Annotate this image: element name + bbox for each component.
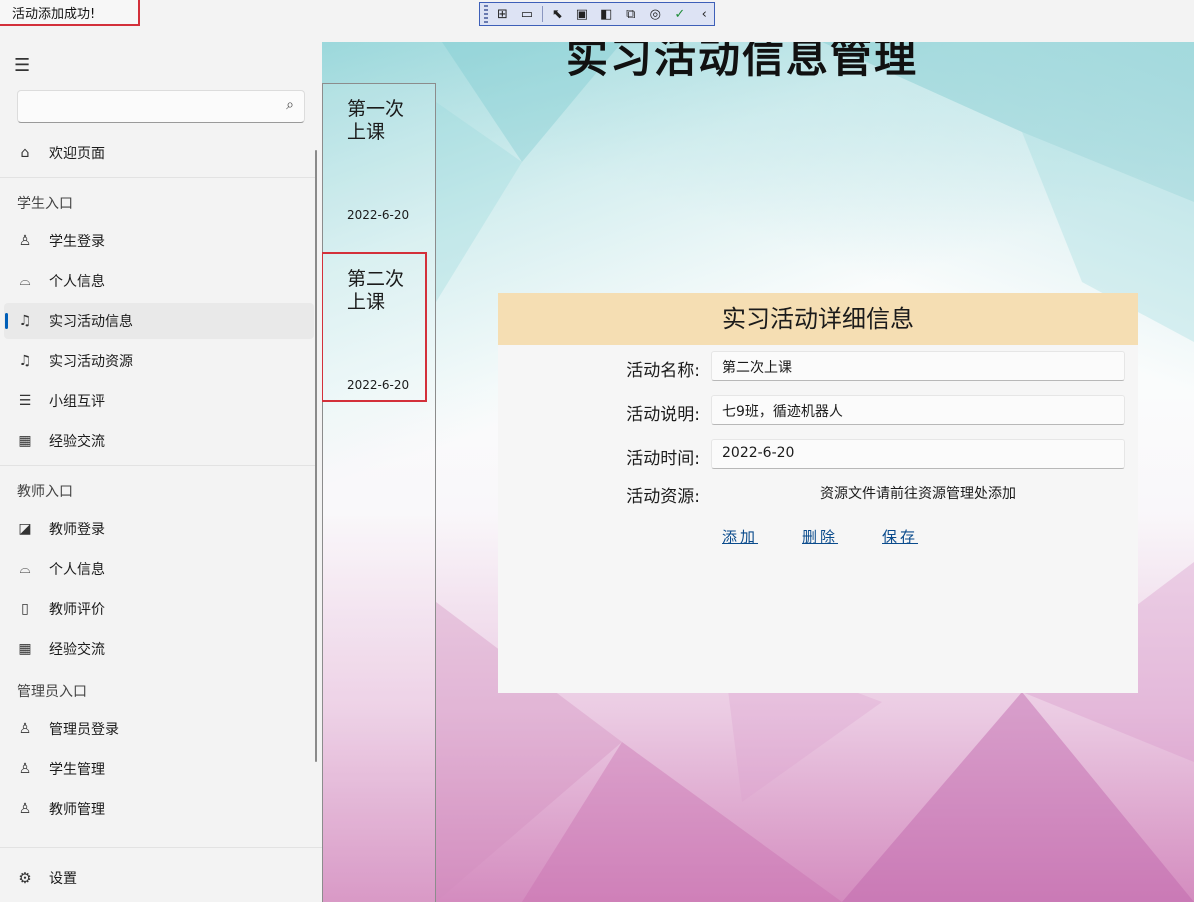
group-icon: ♙ (18, 801, 32, 817)
group-icon: ♙ (18, 761, 32, 777)
check-icon[interactable]: ✓ (670, 4, 689, 24)
nav-item-label: 经验交流 (49, 642, 105, 658)
name-label: 活动名称: (626, 361, 700, 381)
activity-card-selected[interactable]: 第二次上课 2022-6-20 (322, 252, 427, 402)
hot-reload-icon[interactable]: ◎ (646, 4, 665, 24)
nav-item-teacher-eval[interactable]: ▯ 教师评价 (4, 591, 314, 627)
nav-item-student-manage[interactable]: ♙ 学生管理 (4, 751, 314, 787)
page-title: 实习活动信息管理 (566, 42, 919, 82)
activity-detail-panel: 实习活动详细信息 活动名称: 第二次上课 活动说明: 七9班，循迹机器人 活动时… (498, 293, 1138, 693)
chart-icon: ◪ (18, 521, 32, 537)
nav-item-label: 学生登录 (49, 234, 105, 250)
nav-item-label: 小组互评 (49, 394, 105, 410)
activity-card-date: 2022-6-20 (347, 208, 410, 222)
add-button[interactable]: 添加 (722, 526, 758, 547)
nav-item-label: 个人信息 (49, 562, 105, 578)
info-icon: ⌓ (19, 561, 31, 577)
nav-item-teacher-info[interactable]: ⌓ 个人信息 (4, 551, 314, 587)
layout-icon[interactable]: ⧉ (621, 4, 640, 24)
phone-icon: ▯ (21, 601, 29, 617)
resource-label: 活动资源: (626, 487, 700, 507)
activity-card-date: 2022-6-20 (347, 378, 410, 392)
nav-scrollbar[interactable] (315, 150, 317, 762)
nav-header-admin: 管理员入口 (17, 684, 87, 700)
nav-item-peer-review[interactable]: ☰ 小组互评 (4, 383, 314, 419)
time-label: 活动时间: (626, 449, 700, 469)
divider (0, 465, 316, 466)
nav-item-admin-login[interactable]: ♙ 管理员登录 (4, 711, 314, 747)
calendar-icon: ▦ (18, 641, 32, 657)
nav-item-label: 教师管理 (49, 802, 105, 818)
activity-desc-field[interactable]: 七9班，循迹机器人 (711, 395, 1125, 425)
nav-item-activity-resource[interactable]: ♫ 实习活动资源 (4, 343, 314, 379)
camera-icon[interactable]: ▭ (517, 4, 536, 24)
list-icon: ☰ (18, 393, 32, 409)
nav-item-label: 个人信息 (49, 274, 105, 290)
detail-header: 实习活动详细信息 (498, 293, 1138, 345)
navigation-pane: ☰ ⌕ ⌂ 欢迎页面 学生入口 ♙ 学生登录 ⌓ 个人信息 ♫ 实习活动信息 ♫… (0, 42, 322, 902)
track-focus-icon[interactable]: ◧ (597, 4, 616, 24)
toolbar-grip[interactable] (484, 5, 488, 23)
info-icon: ⌓ (19, 273, 31, 289)
nav-item-label: 欢迎页面 (49, 146, 105, 162)
hamburger-menu-icon[interactable]: ☰ (14, 57, 38, 75)
activity-name-field[interactable]: 第二次上课 (711, 351, 1125, 381)
nav-item-label: 教师登录 (49, 522, 105, 538)
calendar-icon: ▦ (18, 433, 32, 449)
display-adorner-icon[interactable]: ▣ (572, 4, 591, 24)
activity-card[interactable]: 第一次上课 2022-6-20 (323, 84, 429, 234)
user-icon: ♙ (18, 233, 32, 249)
nav-item-label: 设置 (49, 871, 77, 887)
selection-indicator (5, 313, 8, 329)
toolbar-separator (541, 6, 543, 22)
search-input[interactable] (18, 91, 268, 121)
select-element-icon[interactable]: ⬉ (548, 4, 567, 24)
nav-item-teacher-login[interactable]: ◪ 教师登录 (4, 511, 314, 547)
nav-item-experience[interactable]: ▦ 经验交流 (4, 423, 314, 459)
nav-item-label: 经验交流 (49, 434, 105, 450)
title-bar: 活动添加成功! ⊞ ▭ ⬉ ▣ ◧ ⧉ ◎ ✓ ‹ (0, 0, 1194, 42)
search-box[interactable]: ⌕ (17, 90, 305, 123)
music-icon: ♫ (18, 313, 32, 329)
nav-item-student-login[interactable]: ♙ 学生登录 (4, 223, 314, 259)
desc-label: 活动说明: (626, 405, 700, 425)
activity-card-title: 第一次上课 (347, 98, 405, 143)
activity-time-field[interactable]: 2022-6-20 (711, 439, 1125, 469)
nav-item-label: 教师评价 (49, 602, 105, 618)
nav-item-activity-info[interactable]: ♫ 实习活动信息 (4, 303, 314, 339)
nav-item-settings[interactable]: ⚙ 设置 (4, 860, 314, 896)
nav-header-teacher: 教师入口 (17, 484, 73, 500)
home-icon: ⌂ (20, 145, 30, 161)
xaml-debug-toolbar: ⊞ ▭ ⬉ ▣ ◧ ⧉ ◎ ✓ ‹ (479, 2, 715, 26)
nav-header-student: 学生入口 (17, 196, 73, 212)
nav-item-welcome[interactable]: ⌂ 欢迎页面 (4, 135, 314, 171)
save-button[interactable]: 保存 (882, 526, 918, 547)
search-icon[interactable]: ⌕ (286, 97, 294, 113)
resource-note: 资源文件请前往资源管理处添加 (820, 486, 1016, 502)
status-message: 活动添加成功! (0, 0, 140, 26)
nav-item-student-info[interactable]: ⌓ 个人信息 (4, 263, 314, 299)
nav-item-label: 实习活动资源 (49, 354, 133, 370)
delete-button[interactable]: 删除 (802, 526, 838, 547)
live-tree-icon[interactable]: ⊞ (493, 4, 512, 24)
content-frame: 实习活动信息管理 第一次上课 2022-6-20 第二次上课 2022-6-20… (322, 42, 1194, 902)
divider (0, 847, 322, 848)
collapse-icon[interactable]: ‹ (695, 4, 714, 24)
nav-item-label: 管理员登录 (49, 722, 119, 738)
activity-list[interactable]: 第一次上课 2022-6-20 第二次上课 2022-6-20 (322, 83, 436, 902)
activity-card-title: 第二次上课 (347, 268, 405, 313)
nav-item-teacher-manage[interactable]: ♙ 教师管理 (4, 791, 314, 827)
divider (0, 177, 316, 178)
gear-icon: ⚙ (18, 869, 32, 887)
music-icon: ♫ (18, 353, 32, 369)
nav-list: ⌂ 欢迎页面 学生入口 ♙ 学生登录 ⌓ 个人信息 ♫ 实习活动信息 ♫ 实习活… (0, 135, 322, 847)
admin-icon: ♙ (18, 721, 32, 737)
nav-item-teacher-experience[interactable]: ▦ 经验交流 (4, 631, 314, 667)
nav-item-label: 学生管理 (49, 762, 105, 778)
nav-item-label: 实习活动信息 (49, 314, 133, 330)
